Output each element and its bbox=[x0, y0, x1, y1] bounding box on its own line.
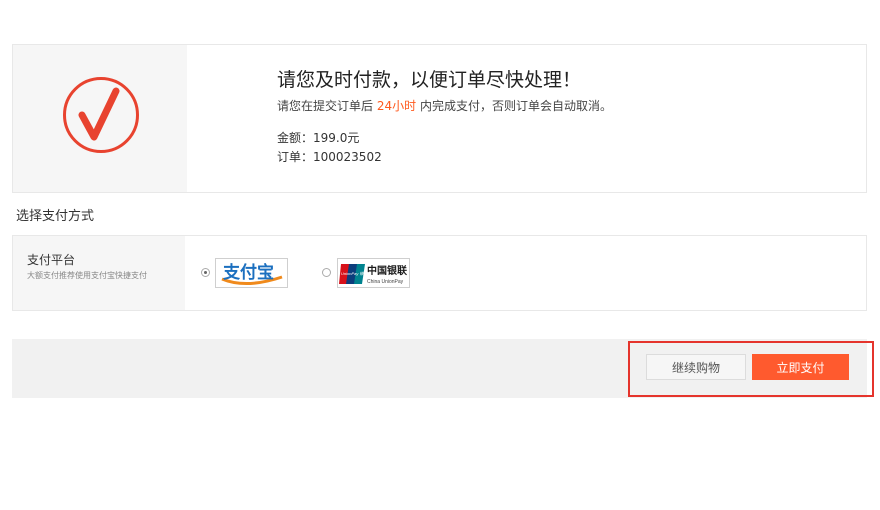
order-amount: 金额：199.0元 bbox=[277, 131, 360, 145]
continue-shopping-button[interactable]: 继续购物 bbox=[646, 354, 746, 380]
unionpay-logo[interactable]: UnionPay 银联 中国银联 China UnionPay bbox=[337, 258, 410, 288]
order-tip: 请您在提交订单后 24小时 内完成支付，否则订单会自动取消。 bbox=[277, 97, 612, 114]
checkmark-circle-icon bbox=[63, 77, 139, 153]
unionpay-badge-icon: UnionPay 银联 bbox=[339, 264, 368, 284]
payment-section-title: 选择支付方式 bbox=[16, 209, 95, 224]
order-tip-suffix: 内完成支付，否则订单会自动取消。 bbox=[419, 99, 612, 113]
alipay-logo-text: 支付宝 bbox=[223, 262, 274, 282]
unionpay-badge-text: UnionPay 银联 bbox=[341, 271, 368, 276]
payment-panel: 支付平台 大额支付推荐使用支付宝快捷支付 支付宝 UnionPay 银联 中国银… bbox=[12, 235, 867, 311]
unionpay-radio[interactable] bbox=[322, 268, 331, 277]
alipay-logo[interactable]: 支付宝 bbox=[215, 258, 288, 288]
alipay-radio[interactable] bbox=[201, 268, 210, 277]
platform-label: 支付平台 bbox=[27, 253, 76, 267]
unionpay-logo-text: 中国银联 bbox=[367, 264, 407, 277]
order-tip-prefix: 请您在提交订单后 bbox=[277, 99, 374, 113]
order-tip-deadline: 24小时 bbox=[376, 99, 417, 113]
order-info-panel: 请您及时付款，以便订单尽快处理！ 请您在提交订单后 24小时 内完成支付，否则订… bbox=[12, 44, 867, 193]
payment-platform-area: 支付平台 大额支付推荐使用支付宝快捷支付 bbox=[13, 236, 185, 310]
order-title: 请您及时付款，以便订单尽快处理！ bbox=[277, 69, 582, 91]
unionpay-logo-latin: China UnionPay bbox=[367, 279, 404, 285]
order-icon-area bbox=[13, 45, 187, 192]
order-number: 订单：100023502 bbox=[277, 150, 382, 164]
platform-description: 大额支付推荐使用支付宝快捷支付 bbox=[27, 271, 147, 280]
pay-now-button[interactable]: 立即支付 bbox=[752, 354, 849, 380]
